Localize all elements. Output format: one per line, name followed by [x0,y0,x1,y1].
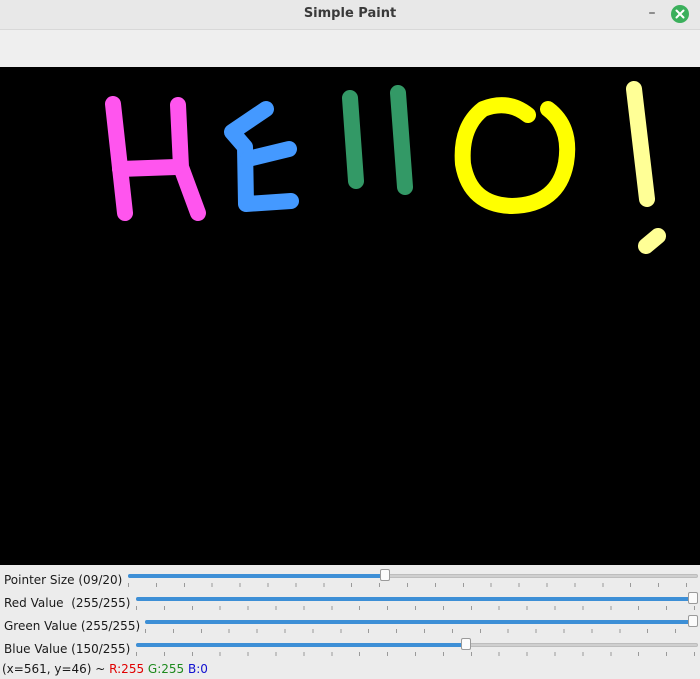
slider-fill [128,574,385,578]
pointer-size-label: Pointer Size (09/20) [4,573,123,587]
red-value-row: Red Value (255/255) [0,590,700,613]
slider-thumb[interactable] [688,592,698,604]
status-green: G:255 [147,662,185,676]
slider-fill [145,620,693,624]
close-icon [675,9,685,19]
stroke-letter-l-l [342,85,413,195]
slider-thumb[interactable] [380,569,390,581]
toolbar [0,30,700,67]
slider-ticks [145,629,698,633]
stroke-letter-h [105,96,206,221]
red-value-slider[interactable] [136,591,698,611]
stroke-exclamation [626,81,666,254]
blue-value-label: Blue Value (150/255) [4,642,131,656]
controls-panel: Pointer Size (09/20) Red Value (255/255)… [0,565,700,679]
pointer-size-row: Pointer Size (09/20) [0,567,700,590]
green-value-label: Green Value (255/255) [4,619,141,633]
title-bar: Simple Paint – [0,0,700,30]
blue-value-row: Blue Value (150/255) [0,636,700,659]
slider-ticks [136,652,698,656]
status-bar: (x=561, y=46) ~ R:255 G:255 B:0 [2,662,208,676]
green-value-slider[interactable] [145,614,698,634]
slider-thumb[interactable] [688,615,698,627]
canvas-drawing [105,81,666,254]
slider-fill [136,643,466,647]
status-red: R:255 [109,662,145,676]
cursor-coordinates: (x=561, y=46) ~ [2,662,110,676]
close-button[interactable] [671,5,689,23]
window-title: Simple Paint [303,6,397,21]
slider-thumb[interactable] [460,638,471,650]
stroke-letter-e [224,101,299,212]
red-value-label: Red Value (255/255) [4,596,131,610]
slider-fill [136,597,693,601]
pointer-size-slider[interactable] [128,568,698,588]
status-blue: B:0 [188,662,208,676]
green-value-row: Green Value (255/255) [0,613,700,636]
slider-ticks [136,606,698,610]
drawing-canvas[interactable] [0,67,700,565]
blue-value-slider[interactable] [136,637,698,657]
slider-ticks [128,583,698,587]
minimize-button[interactable]: – [645,4,659,22]
stroke-letter-o [454,97,576,214]
